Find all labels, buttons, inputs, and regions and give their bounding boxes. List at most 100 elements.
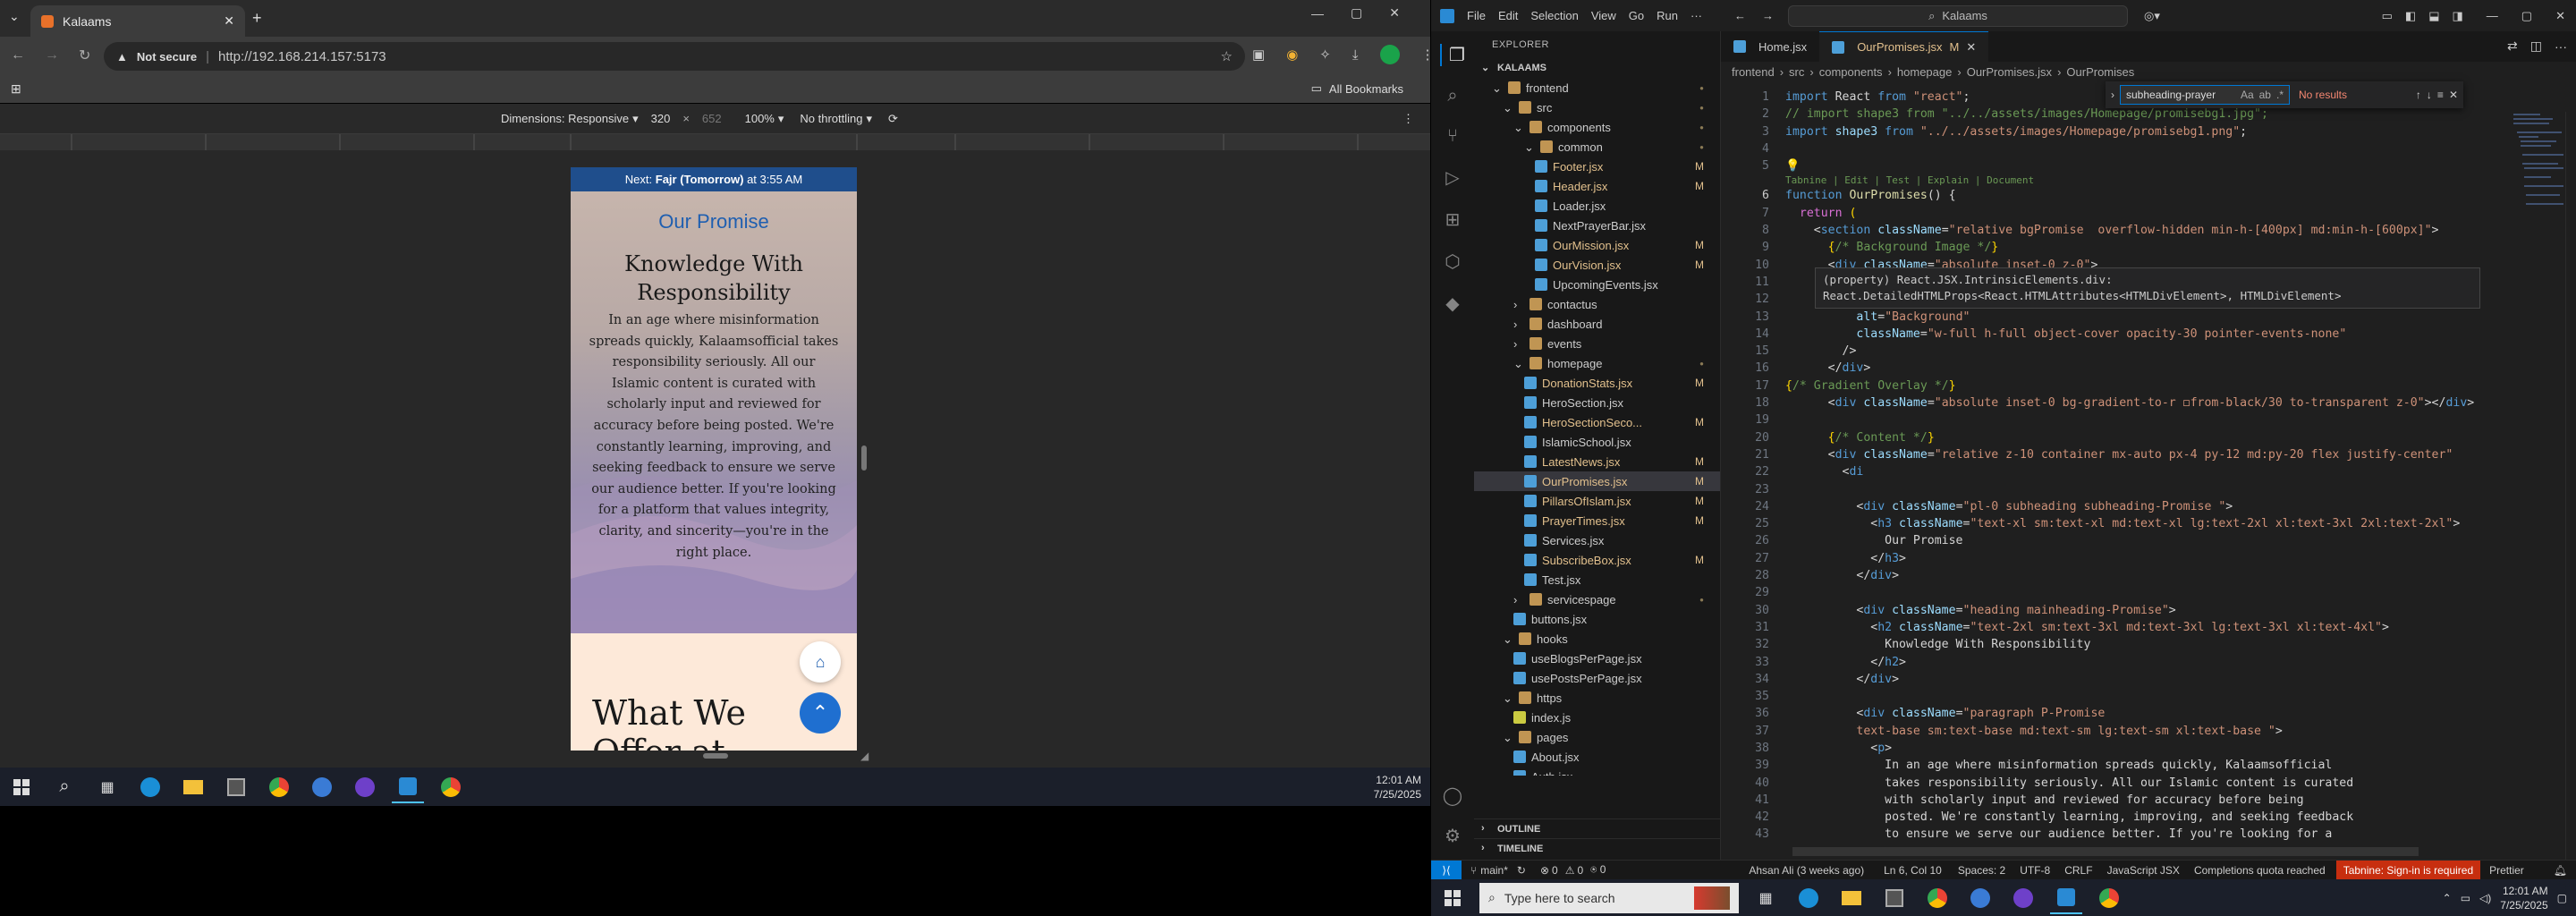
command-center-search[interactable]: ⌕ Kalaams — [1788, 4, 2128, 27]
app-icon[interactable] — [306, 771, 338, 803]
tree-file[interactable]: Loader.jsx — [1474, 196, 1720, 216]
back-icon[interactable]: ← — [1734, 9, 1746, 22]
tab-search-icon[interactable]: ⌄ — [9, 9, 27, 27]
tree-file[interactable]: HeroSectionSeco... M — [1474, 412, 1720, 432]
github-desktop-icon[interactable] — [349, 771, 381, 803]
close-tab-icon[interactable]: ✕ — [224, 13, 234, 29]
resize-handle-bottom[interactable] — [703, 753, 728, 759]
breadcrumb-item[interactable]: OurPromises.jsx — [1967, 65, 2052, 79]
close-window-icon[interactable]: ✕ — [1389, 5, 1400, 21]
tree-folder[interactable]: ⌄ components ● — [1474, 117, 1720, 137]
clock-time[interactable]: 12:01 AM — [2500, 884, 2548, 898]
forward-icon[interactable]: → — [1762, 9, 1774, 22]
profile-avatar[interactable] — [1379, 45, 1400, 64]
cursor-position[interactable]: Ln 6, Col 10 — [1884, 864, 1942, 877]
width-input[interactable]: 320 — [651, 112, 671, 125]
extension-icon[interactable]: ▣ — [1252, 47, 1265, 63]
menu-item[interactable]: ··· — [1690, 9, 1702, 22]
tabnine-icon[interactable]: ◆ — [1445, 293, 1459, 315]
menu-item[interactable]: Selection — [1530, 9, 1578, 22]
tree-file[interactable]: usePostsPerPage.jsx — [1474, 668, 1720, 688]
vscode-icon[interactable] — [2050, 882, 2082, 914]
forward-icon[interactable]: → — [45, 47, 59, 64]
match-case-icon[interactable]: Aa — [2241, 89, 2254, 101]
clock-date[interactable]: 7/25/2025 — [2500, 898, 2547, 912]
dimensions-dropdown[interactable]: Dimensions: Responsive — [501, 112, 629, 125]
source-control-icon[interactable]: ⑂ — [1447, 126, 1458, 147]
prettier-status[interactable]: Prettier — [2489, 864, 2524, 877]
end-of-line[interactable]: CRLF — [2064, 864, 2092, 877]
task-view-icon[interactable]: ▦ — [1750, 882, 1782, 914]
tree-file[interactable]: Services.jsx — [1474, 530, 1720, 550]
resize-corner-icon[interactable]: ◢ — [860, 750, 869, 762]
store-icon[interactable] — [1878, 882, 1911, 914]
throttle-dropdown[interactable]: No throttling — [800, 112, 862, 125]
minimize-icon[interactable]: — — [1311, 6, 1324, 21]
chrome-icon[interactable] — [1921, 882, 1953, 914]
chrome-icon[interactable] — [435, 771, 467, 803]
layout-icon[interactable]: ▭ — [2382, 9, 2393, 23]
notification-center-icon[interactable]: ▢ — [2557, 892, 2567, 904]
tree-folder[interactable]: › contactus — [1474, 294, 1720, 314]
tree-file[interactable]: Test.jsx — [1474, 570, 1720, 589]
tree-folder[interactable]: ⌄ hooks — [1474, 629, 1720, 649]
errors-count[interactable]: 0 — [1552, 864, 1558, 877]
resize-handle-right[interactable] — [861, 445, 867, 471]
editor-tab[interactable]: Home.jsx — [1721, 31, 1819, 62]
sync-icon[interactable]: ↻ — [1517, 864, 1526, 877]
minimize-icon[interactable]: — — [2487, 9, 2498, 22]
windows-start-icon[interactable] — [5, 771, 38, 803]
workspace-root[interactable]: ⌄ KALAAMS — [1474, 58, 1720, 78]
copilot-icon[interactable]: ◎▾ — [2144, 9, 2160, 23]
tree-file[interactable]: OurVision.jsx M — [1474, 255, 1720, 275]
account-icon[interactable]: ◯ — [1443, 785, 1462, 807]
edge-icon[interactable] — [134, 771, 166, 803]
vertical-scrollbar[interactable] — [2565, 112, 2576, 860]
warnings-count[interactable]: 0 — [1577, 864, 1583, 877]
toggle-secondary-sidebar-icon[interactable]: ◨ — [2453, 9, 2463, 23]
explorer-icon[interactable]: ❐ — [1440, 44, 1465, 66]
horizontal-scrollbar[interactable] — [1792, 847, 2419, 856]
tree-file[interactable]: HeroSection.jsx — [1474, 393, 1720, 412]
git-blame[interactable]: Ahsan Ali (3 weeks ago) — [1749, 864, 1864, 877]
clock-date[interactable]: 7/25/2025 — [1374, 787, 1421, 802]
whole-word-icon[interactable]: ab — [2259, 89, 2271, 101]
maximize-icon[interactable]: ▢ — [2521, 9, 2532, 23]
browser-tab[interactable]: Kalaams ✕ — [30, 5, 245, 37]
tree-file[interactable]: About.jsx — [1474, 747, 1720, 767]
zoom-dropdown[interactable]: 100% — [745, 112, 775, 125]
menu-item[interactable]: Edit — [1498, 9, 1518, 22]
toggle-sidebar-icon[interactable]: ◧ — [2405, 9, 2416, 23]
close-tab-icon[interactable]: ✕ — [1966, 40, 1976, 55]
regex-icon[interactable]: .* — [2276, 89, 2284, 101]
minimap[interactable] — [2512, 112, 2565, 210]
download-icon[interactable]: ⤓ — [1352, 47, 1359, 63]
find-input[interactable]: subheading-prayer Aa ab .* — [2120, 85, 2290, 105]
tabnine-status[interactable]: Tabnine: Sign-in is required — [2335, 860, 2481, 880]
scroll-to-top-button[interactable]: ⌃ — [800, 692, 841, 734]
language-mode[interactable]: JavaScript JSX — [2107, 864, 2180, 877]
encoding[interactable]: UTF-8 — [2020, 864, 2050, 877]
branch-name[interactable]: main* — [1480, 864, 1508, 877]
back-icon[interactable]: ← — [11, 47, 25, 64]
tree-folder[interactable]: › dashboard — [1474, 314, 1720, 334]
reload-icon[interactable]: ↻ — [79, 47, 90, 64]
tree-folder[interactable]: ⌄ common ● — [1474, 137, 1720, 157]
tree-file[interactable]: Auth.jsx — [1474, 767, 1720, 776]
extensions-icon[interactable]: ⊞ — [1445, 208, 1461, 231]
previous-match-icon[interactable]: ↑ — [2416, 89, 2421, 101]
tree-file[interactable]: SubscribeBox.jsx M — [1474, 550, 1720, 570]
copilot-quota[interactable]: Completions quota reached — [2194, 864, 2326, 877]
tree-file[interactable]: UpcomingEvents.jsx — [1474, 275, 1720, 294]
breadcrumb-item[interactable]: OurPromises — [2066, 65, 2134, 79]
tree-folder[interactable]: › events — [1474, 334, 1720, 353]
run-debug-icon[interactable]: ▷ — [1445, 166, 1459, 189]
split-editor-icon[interactable]: ◫ — [2530, 38, 2542, 54]
app-icon[interactable] — [1964, 882, 1996, 914]
tree-folder[interactable]: ⌄ https — [1474, 688, 1720, 708]
tree-file[interactable]: Footer.jsx M — [1474, 157, 1720, 176]
remote-icon[interactable]: ⬡ — [1445, 250, 1460, 273]
edge-icon[interactable] — [1792, 882, 1825, 914]
taskbar-search-box[interactable]: ⌕ Type here to search — [1479, 882, 1739, 913]
chrome-icon[interactable] — [263, 771, 295, 803]
